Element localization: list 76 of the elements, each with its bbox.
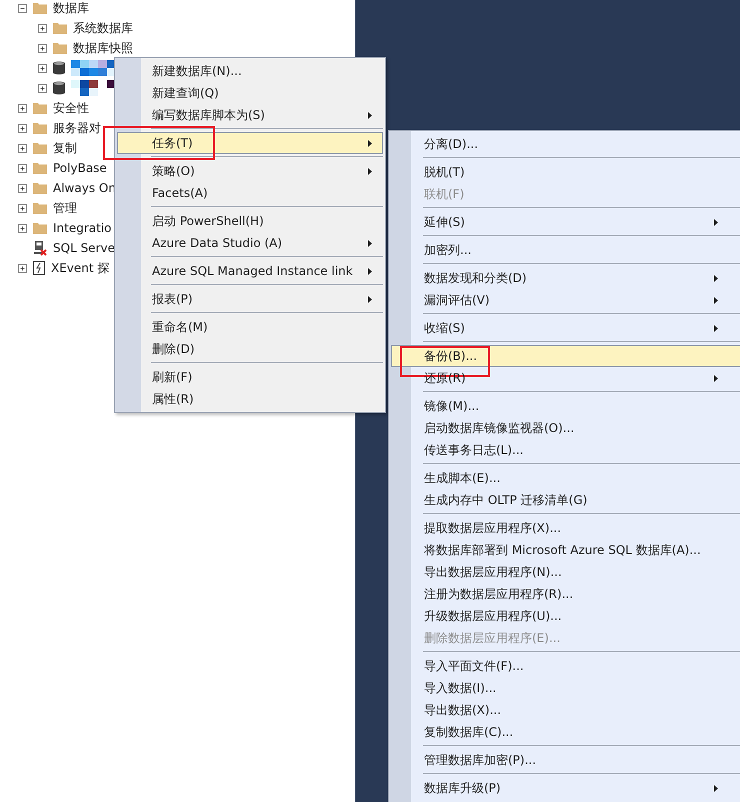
database-icon — [53, 81, 65, 95]
menu-item[interactable]: 数据库升级(P) — [391, 777, 740, 799]
menu-item[interactable]: 生成内存中 OLTP 迁移清单(G) — [391, 489, 740, 511]
menu-item[interactable]: Azure SQL Managed Instance link — [117, 260, 383, 282]
menu-item[interactable]: 新建查询(Q) — [117, 82, 383, 104]
menu-item[interactable]: 备份(B)... — [391, 345, 740, 367]
menu-item[interactable]: 镜像(M)... — [391, 395, 740, 417]
expand-icon[interactable] — [38, 24, 47, 32]
menu-item[interactable]: Facets(A) — [117, 182, 383, 204]
tree-node-label[interactable]: PolyBase — [53, 161, 107, 175]
menu-item[interactable]: 生成脚本(E)... — [391, 467, 740, 489]
menu-item[interactable]: 分离(D)... — [391, 133, 740, 155]
tree-node-label[interactable]: 数据库 — [53, 0, 89, 16]
menu-item[interactable]: 新建数据库(N)... — [117, 60, 383, 82]
expand-icon[interactable] — [18, 144, 27, 152]
menu-item[interactable]: 漏洞评估(V) — [391, 289, 740, 311]
tree-node-label[interactable]: Integratio — [53, 221, 112, 235]
menu-item[interactable]: 脱机(T) — [391, 161, 740, 183]
menu-item[interactable]: 收缩(S) — [391, 317, 740, 339]
menu-item[interactable]: 编写数据库脚本为(S) — [117, 104, 383, 126]
menu-item[interactable]: 报表(P) — [117, 288, 383, 310]
menu-item[interactable]: 导入平面文件(F)... — [391, 655, 740, 677]
tree-node-label[interactable]: 服务器对 — [53, 120, 101, 136]
expand-icon[interactable] — [18, 184, 27, 192]
tree-node-label[interactable]: SQL Serve — [53, 241, 115, 255]
menu-item[interactable]: Azure Data Studio (A) — [117, 232, 383, 254]
expand-icon[interactable] — [18, 264, 27, 272]
folder-icon — [33, 162, 47, 174]
tree-node-label[interactable]: 系统数据库 — [73, 20, 133, 36]
menu-item[interactable]: 导入数据(I)... — [391, 677, 740, 699]
folder-icon — [33, 182, 47, 194]
menu-item[interactable]: 导出数据层应用程序(N)... — [391, 561, 740, 583]
expand-icon[interactable] — [18, 224, 27, 232]
menu-item[interactable]: 启动 PowerShell(H) — [117, 210, 383, 232]
menu-item[interactable]: 加密列... — [391, 239, 740, 261]
xevent-icon — [33, 261, 45, 275]
tree-node-label[interactable]: 安全性 — [53, 100, 89, 116]
folder-icon — [53, 22, 67, 34]
tree-node-label[interactable]: XEvent 探 — [51, 260, 110, 276]
expand-icon[interactable] — [18, 124, 27, 132]
menu-item[interactable]: 将数据库部署到 Microsoft Azure SQL 数据库(A)... — [391, 539, 740, 561]
menu-item[interactable]: 导出数据(X)... — [391, 699, 740, 721]
tree-node-label[interactable]: 管理 — [53, 200, 77, 216]
menu-item[interactable]: 策略(O) — [117, 160, 383, 182]
tree-node-label[interactable]: 数据库快照 — [73, 40, 133, 56]
folder-icon — [33, 142, 47, 154]
tree-node-label[interactable]: 复制 — [53, 140, 77, 156]
expand-icon[interactable] — [38, 44, 47, 52]
expand-icon[interactable] — [38, 84, 47, 92]
menu-item[interactable]: 启动数据库镜像监视器(O)... — [391, 417, 740, 439]
menu-item[interactable]: 管理数据库加密(P)... — [391, 749, 740, 771]
menu-item[interactable]: 刷新(F) — [117, 366, 383, 388]
expand-icon[interactable] — [18, 104, 27, 112]
folder-icon — [33, 2, 47, 14]
menu-item[interactable]: 任务(T) — [117, 132, 383, 154]
menu-item[interactable]: 属性(R) — [117, 388, 383, 410]
folder-icon — [33, 202, 47, 214]
menu-item[interactable]: 传送事务日志(L)... — [391, 439, 740, 461]
folder-icon — [33, 122, 47, 134]
menu-item[interactable]: 删除(D) — [117, 338, 383, 360]
menu-item[interactable]: 升级数据层应用程序(U)... — [391, 605, 740, 627]
collapse-icon[interactable] — [18, 4, 27, 12]
folder-icon — [33, 222, 47, 234]
folder-icon — [33, 102, 47, 114]
agent-error-icon — [33, 240, 47, 256]
folder-icon — [53, 42, 67, 54]
menu-item[interactable]: 数据发现和分类(D) — [391, 267, 740, 289]
expand-icon[interactable] — [18, 164, 27, 172]
expand-icon[interactable] — [38, 64, 47, 72]
expand-icon[interactable] — [18, 204, 27, 212]
menu-item[interactable]: 重命名(M) — [117, 316, 383, 338]
menu-item[interactable]: 复制数据库(C)... — [391, 721, 740, 743]
menu-item[interactable]: 延伸(S) — [391, 211, 740, 233]
menu-item[interactable]: 提取数据层应用程序(X)... — [391, 517, 740, 539]
database-icon — [53, 61, 65, 75]
menu-item[interactable]: 注册为数据层应用程序(R)... — [391, 583, 740, 605]
